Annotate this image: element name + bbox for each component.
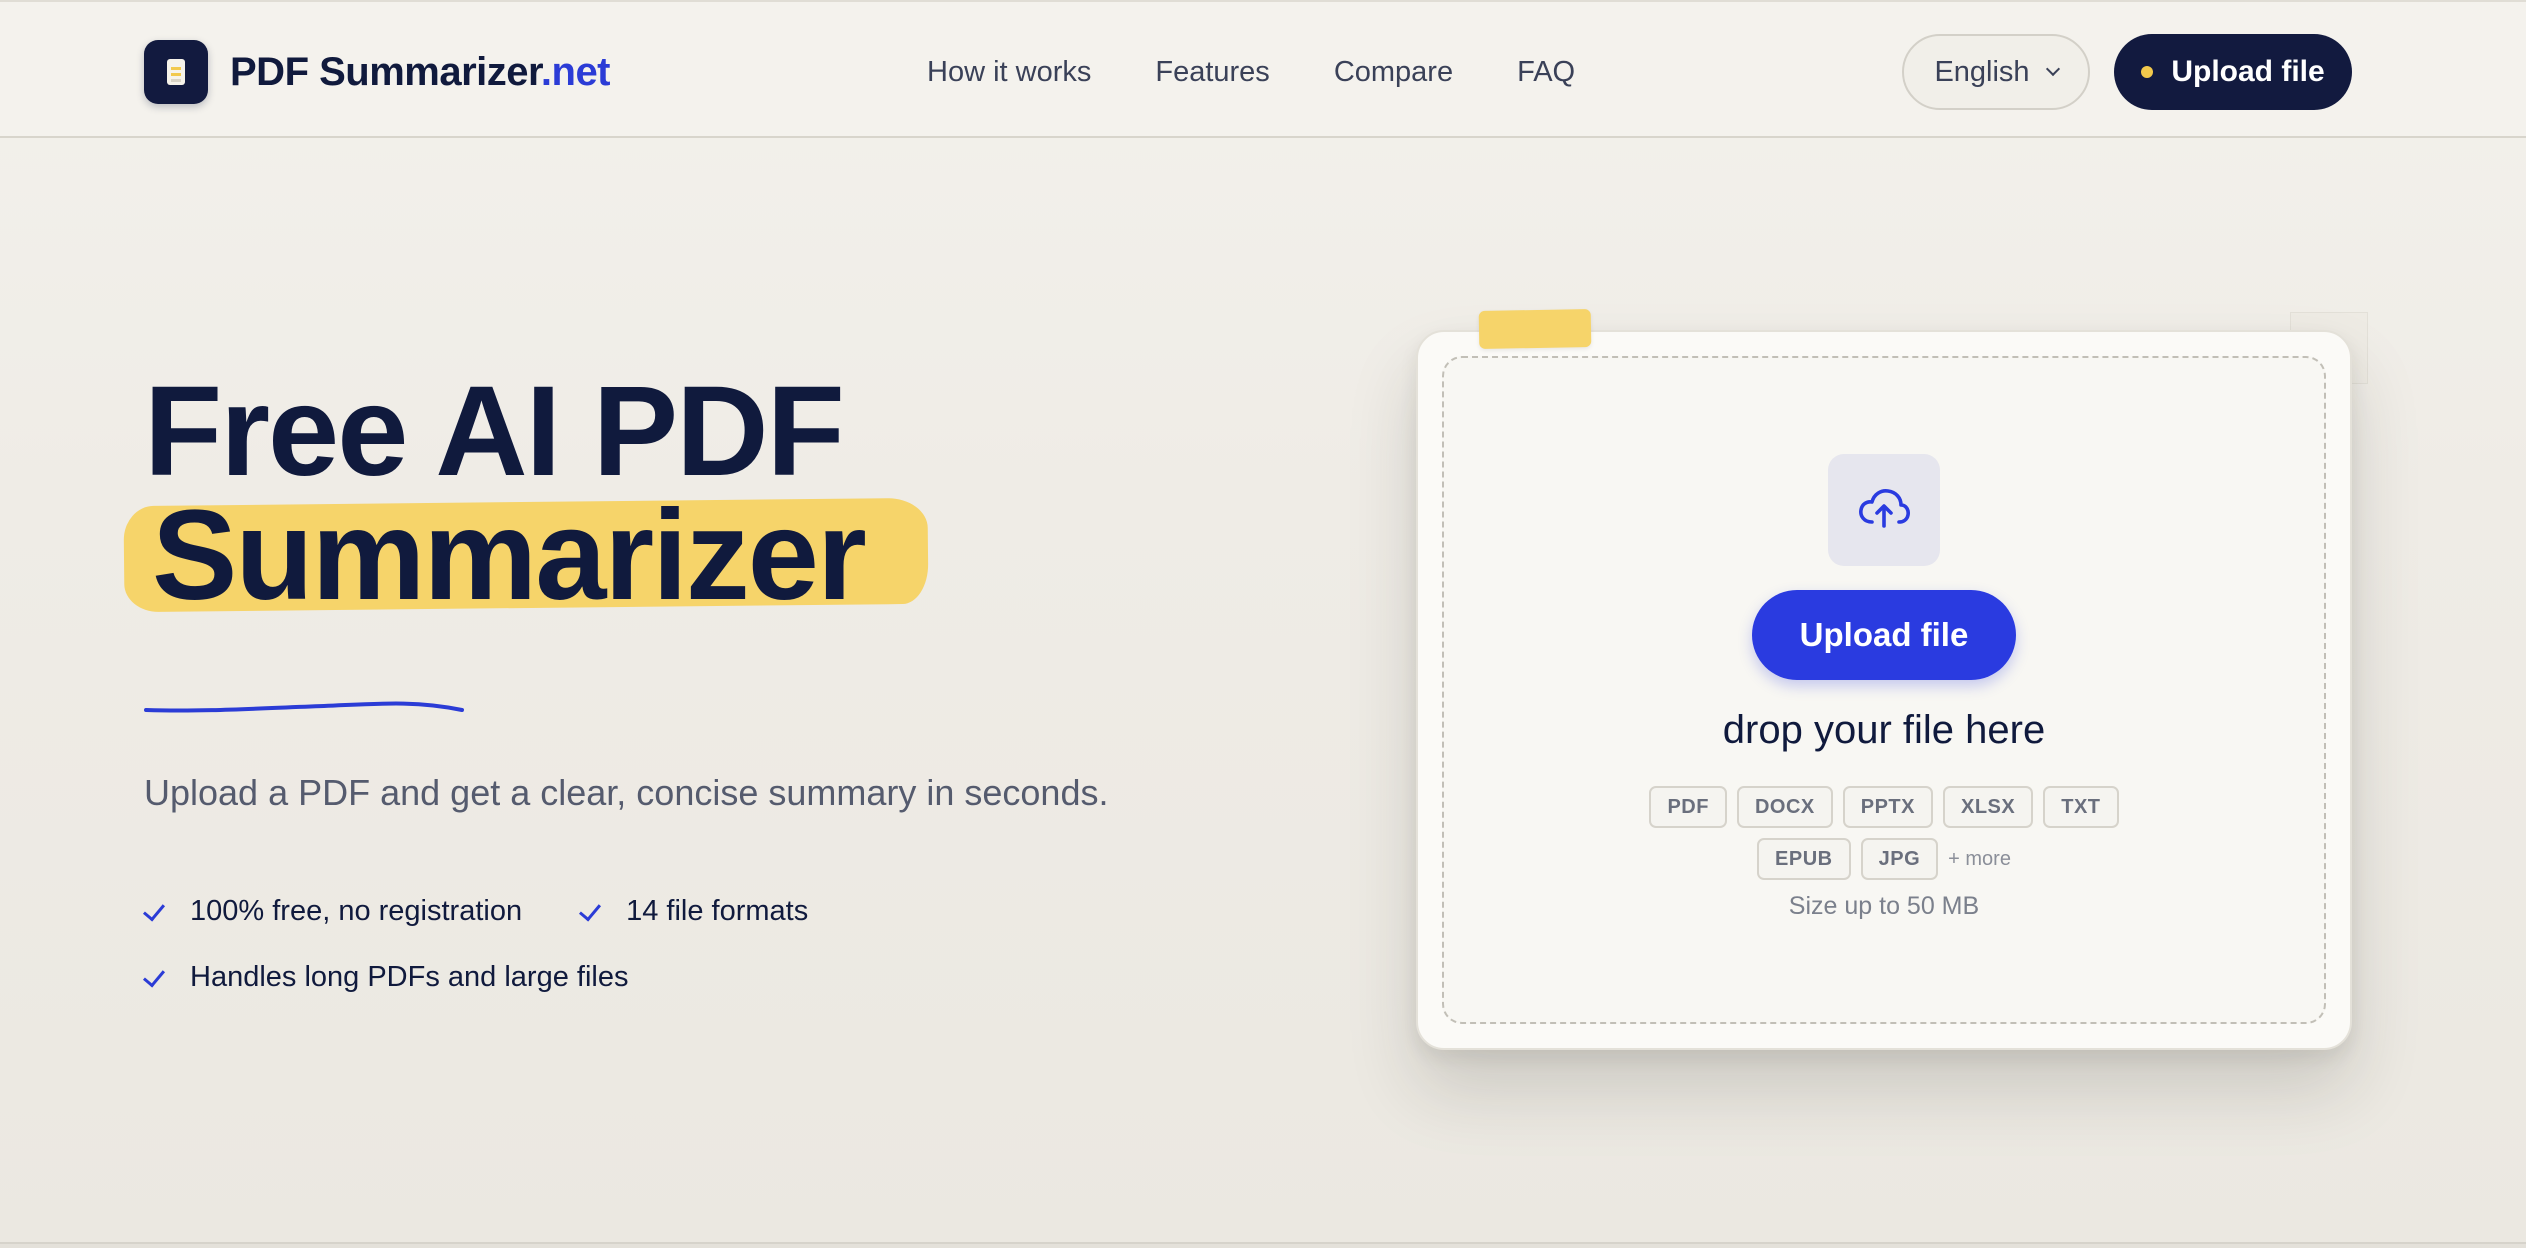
perk-item: 14 file formats xyxy=(580,895,808,928)
cloud-upload-icon xyxy=(1828,454,1940,566)
header-upload-label: Upload file xyxy=(2171,55,2325,88)
document-icon xyxy=(144,40,208,104)
check-icon xyxy=(580,904,604,918)
format-badge: XLSX xyxy=(1943,786,2034,828)
perks-list: 100% free, no registration 14 file forma… xyxy=(144,892,808,1024)
hero-title: Free AI PDF Summarizer xyxy=(123,360,929,620)
hero-subtitle: Upload a PDF and get a clear, concise su… xyxy=(144,772,1109,813)
logo-link[interactable]: PDF Summarizer.net xyxy=(144,40,611,104)
format-badge: JPG xyxy=(1860,838,1939,880)
hero-title-line2-wrap: Summarizer xyxy=(123,492,929,620)
site-header: PDF Summarizer.net How it works Features… xyxy=(0,0,2526,138)
tape-decoration xyxy=(1478,309,1592,349)
chevron-down-icon xyxy=(2045,61,2060,77)
format-badge: DOCX xyxy=(1736,786,1833,828)
more-formats-label: + more xyxy=(1948,847,2011,870)
section-divider xyxy=(0,1242,2526,1248)
header-upload-button[interactable]: Upload file xyxy=(2114,34,2352,110)
perk-label: Handles long PDFs and large files xyxy=(190,960,629,993)
nav-faq[interactable]: FAQ xyxy=(1517,52,1575,92)
nav-features[interactable]: Features xyxy=(1155,52,1269,92)
logo-text: PDF Summarizer.net xyxy=(230,49,611,94)
perk-label: 14 file formats xyxy=(626,894,809,927)
supported-formats: PDF DOCX PPTX XLSX TXT EPUB JPG + more xyxy=(1416,786,2352,880)
drop-file-text: drop your file here xyxy=(1722,708,2046,752)
card-upload-button[interactable]: Upload file xyxy=(1752,590,2016,680)
page: PDF Summarizer.net How it works Features… xyxy=(0,0,2526,1248)
size-limit-text: Size up to 50 MB xyxy=(1788,892,1980,920)
hero-title-line2: Summarizer xyxy=(152,484,867,627)
hero-title-line1: Free AI PDF xyxy=(144,360,845,503)
check-icon xyxy=(144,970,168,984)
nav-compare[interactable]: Compare xyxy=(1334,52,1453,92)
nav-how-it-works[interactable]: How it works xyxy=(927,52,1091,92)
hand-drawn-underline xyxy=(144,701,464,713)
dot-icon xyxy=(2141,66,2154,78)
format-badge: EPUB xyxy=(1757,838,1851,880)
check-icon xyxy=(144,904,168,918)
main-nav: How it works Features Compare FAQ xyxy=(927,52,1575,92)
format-badge: PDF xyxy=(1649,786,1727,828)
format-badge: PPTX xyxy=(1842,786,1933,828)
perk-label: 100% free, no registration xyxy=(190,894,523,927)
perk-item: 100% free, no registration xyxy=(144,895,522,928)
format-badge: TXT xyxy=(2043,786,2119,828)
language-select[interactable]: English xyxy=(1902,34,2090,110)
language-value: English xyxy=(1934,55,2030,88)
perk-item: Handles long PDFs and large files xyxy=(144,961,628,994)
